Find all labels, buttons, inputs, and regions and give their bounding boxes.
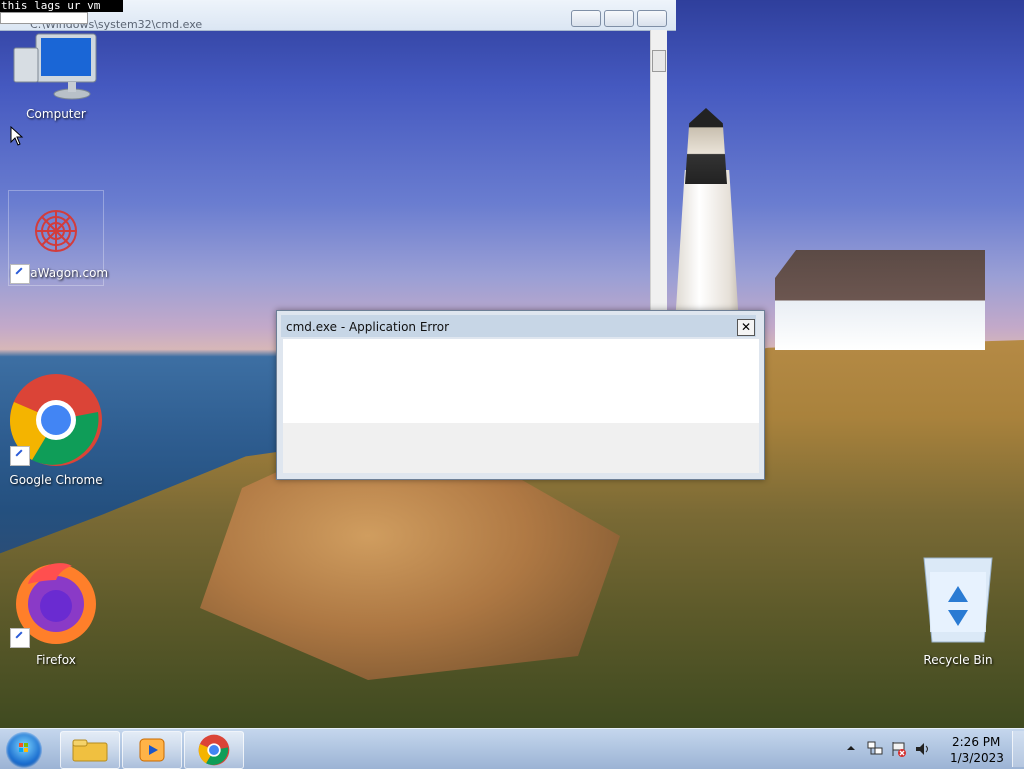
- taskbar-media-player-button[interactable]: [122, 731, 182, 769]
- clock-time[interactable]: 2:26 PM: [952, 735, 1000, 749]
- console-edit-box[interactable]: [0, 12, 88, 24]
- dialog-footer: [283, 423, 759, 473]
- shortcut-arrow-icon: [10, 628, 30, 648]
- dialog-titlebar[interactable]: cmd.exe - Application Error: [281, 315, 756, 337]
- action-center-flag-icon[interactable]: [890, 740, 908, 758]
- desktop-icon-label: Google Chrome: [9, 473, 103, 487]
- taskbar-explorer-button[interactable]: [60, 731, 120, 769]
- desktop-icon-recycle-bin[interactable]: Recycle Bin: [910, 552, 1006, 667]
- desktop: Computer DataWagon.com Google Chrome Fir…: [0, 0, 1024, 728]
- show-desktop-button[interactable]: [1012, 731, 1024, 767]
- scrollbar-thumb[interactable]: [652, 50, 666, 72]
- maximize-button[interactable]: [604, 10, 634, 27]
- desktop-icon-firefox[interactable]: Firefox: [8, 556, 104, 667]
- dialog-close-button[interactable]: ✕: [737, 319, 755, 336]
- show-hidden-icons-icon[interactable]: [846, 743, 856, 753]
- network-icon[interactable]: [866, 740, 884, 758]
- volume-icon[interactable]: [914, 740, 932, 758]
- start-button[interactable]: [6, 732, 42, 768]
- chrome-icon: [198, 734, 230, 766]
- clock-date[interactable]: 1/3/2023: [950, 751, 1004, 765]
- desktop-icon-label: Recycle Bin: [923, 653, 993, 667]
- console-output: this lags ur vm: [0, 0, 123, 12]
- cmd-window[interactable]: C:\Windows\system32\cmd.exe this lags ur…: [0, 0, 676, 332]
- desktop-icon-chrome[interactable]: Google Chrome: [8, 372, 104, 487]
- taskbar: 2:26 PM 1/3/2023: [0, 728, 1024, 769]
- desktop-icon-label: Firefox: [36, 653, 76, 667]
- recycle-bin-icon: [923, 557, 993, 643]
- application-error-dialog[interactable]: cmd.exe - Application Error ✕: [276, 310, 765, 480]
- taskbar-chrome-button[interactable]: [184, 731, 244, 769]
- media-player-icon: [139, 738, 165, 762]
- windows-logo-icon: [19, 743, 28, 752]
- shortcut-arrow-icon: [10, 446, 30, 466]
- system-tray: 2:26 PM 1/3/2023: [840, 729, 1024, 769]
- mouse-cursor-icon: [10, 126, 24, 146]
- vertical-scrollbar[interactable]: [650, 30, 667, 332]
- dialog-body: [283, 339, 759, 423]
- close-button[interactable]: [637, 10, 667, 27]
- explorer-icon: [72, 739, 108, 762]
- wallpaper-house: [775, 250, 985, 350]
- dialog-title: cmd.exe - Application Error: [286, 320, 450, 334]
- minimize-button[interactable]: [571, 10, 601, 27]
